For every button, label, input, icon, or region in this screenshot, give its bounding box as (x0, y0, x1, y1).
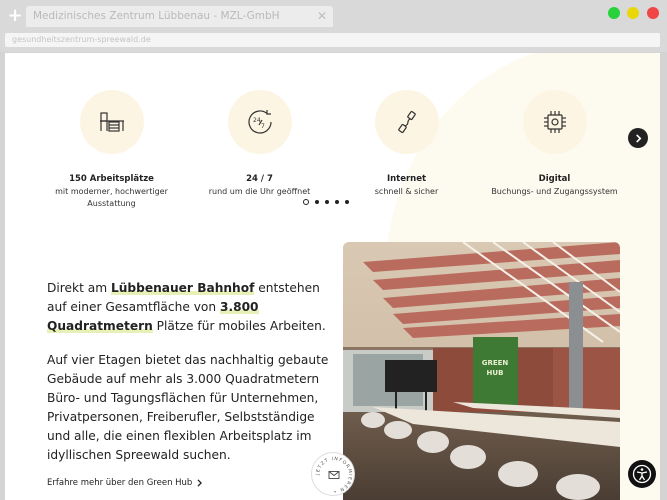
carousel-dot[interactable] (315, 200, 319, 204)
chevron-right-icon (635, 133, 641, 143)
wall-text-hub: HUB (487, 369, 504, 377)
accessibility-icon (632, 464, 652, 484)
feature-title: 24 / 7 (246, 174, 273, 184)
office-interior-image: GREEN HUB (343, 242, 620, 500)
carousel-dot[interactable] (325, 200, 329, 204)
close-icon[interactable]: ✕ (317, 9, 327, 23)
feature-desc: mit moderner, hochwertiger Ausstattung (55, 187, 168, 208)
carousel-dot[interactable] (345, 200, 349, 204)
cable-icon (397, 110, 416, 134)
mail-icon (328, 471, 340, 479)
feature-desc: schnell & sicher (374, 187, 439, 196)
url-text: gesundheitszentrum-spreewald.de (12, 35, 151, 44)
intro-paragraph: Direkt am Lübbenauer Bahnhof entstehen a… (47, 279, 337, 336)
link-label: Erfahre mehr über den Green Hub (47, 478, 193, 488)
feature-icon-circle (374, 90, 439, 154)
carousel-dot[interactable] (335, 200, 339, 204)
feature-24-7: 24 7 24 / 7 rund um die Uhr geöffnet (187, 90, 332, 198)
plus-icon[interactable]: + (7, 7, 23, 25)
tab-title: Medizinisches Zentrum Lübbenau - MZL-Gmb… (33, 10, 280, 22)
minimize-button[interactable] (627, 7, 639, 19)
feature-desc: rund um die Uhr geöffnet (208, 187, 311, 196)
feature-desc: Buchungs- und Zugangssystem (491, 187, 618, 196)
description-paragraph: Auf vier Etagen bietet das nachhaltig ge… (47, 353, 329, 462)
address-bar[interactable]: gesundheitszentrum-spreewald.de (5, 33, 660, 47)
desk-icon (99, 112, 124, 132)
feature-icon-circle: 24 7 (227, 90, 292, 154)
more-about-green-hub-link[interactable]: Erfahre mehr über den Green Hub (47, 478, 203, 488)
svg-text:JETZT INFORMIEREN •: JETZT INFORMIEREN • (315, 456, 353, 493)
digital-booking-icon (543, 111, 566, 133)
clock-24-7-icon: 24 7 (247, 110, 272, 134)
feature-icon-circle (522, 90, 587, 154)
feature-icon-circle (79, 90, 144, 154)
green-hub-photo: GREEN HUB (343, 242, 620, 500)
page-content: 150 Arbeitsplätze mit moderner, hochwert… (5, 53, 660, 500)
carousel-next-button[interactable] (628, 128, 648, 148)
maximize-button[interactable] (608, 7, 620, 19)
info-badge[interactable]: JETZT INFORMIEREN • (311, 452, 355, 496)
carousel-pagination (303, 199, 349, 205)
feature-title: 150 Arbeitsplätze (69, 174, 154, 184)
intro-text: Plätze für mobiles Arbeiten. (152, 319, 326, 333)
intro-text: Direkt am (47, 281, 111, 295)
browser-tab[interactable]: Medizinisches Zentrum Lübbenau - MZL-Gmb… (26, 6, 333, 27)
feature-workplaces: 150 Arbeitsplätze mit moderner, hochwert… (39, 90, 184, 210)
browser-chrome: + Medizinisches Zentrum Lübbenau - MZL-G… (0, 0, 667, 52)
carousel-dot[interactable] (303, 199, 309, 205)
feature-internet: Internet schnell & sicher (334, 90, 479, 198)
wall-text-green: GREEN (482, 359, 509, 367)
svg-text:7: 7 (261, 123, 265, 130)
close-window-button[interactable] (647, 7, 659, 19)
feature-digital: Digital Buchungs- und Zugangssystem (482, 90, 627, 198)
badge-text: JETZT INFORMIEREN • (315, 456, 352, 493)
feature-title: Internet (386, 174, 427, 184)
accessibility-button[interactable] (628, 460, 656, 488)
feature-title: Digital (538, 174, 571, 184)
chevron-right-icon (197, 479, 203, 487)
intro-highlight-station: Lübbenauer Bahnhof (110, 281, 255, 295)
